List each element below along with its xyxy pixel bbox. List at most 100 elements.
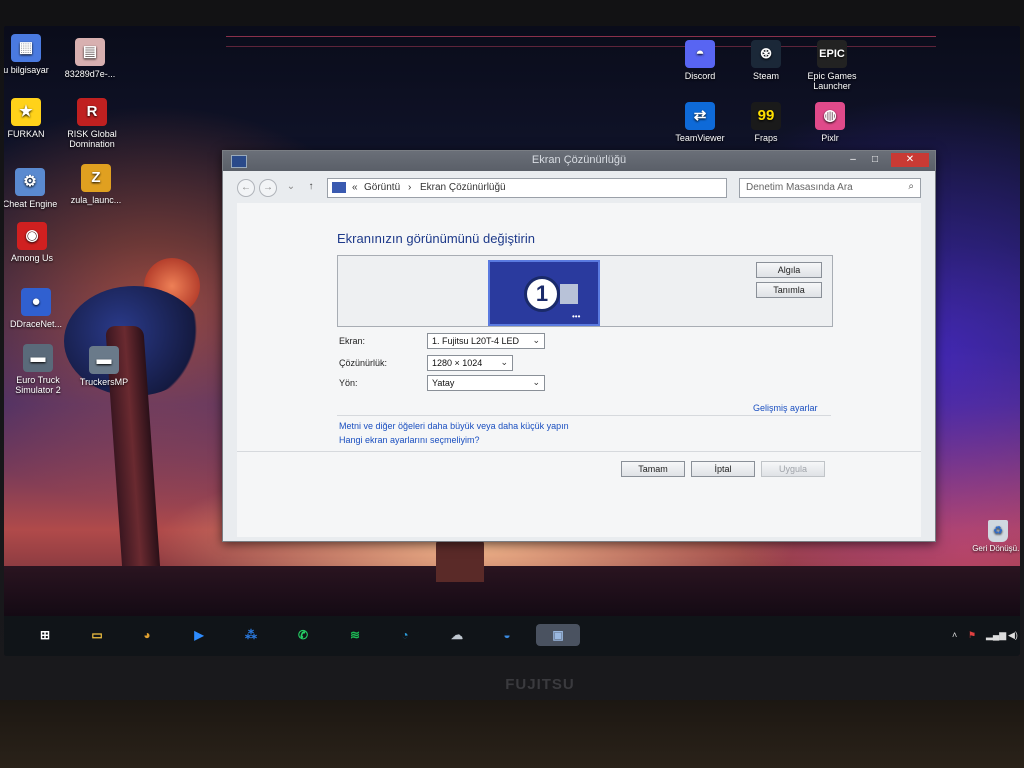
truck-icon: ▬ — [89, 346, 119, 374]
chevron-down-icon: ⌄ — [500, 357, 508, 367]
breadcrumb-display[interactable]: Görüntü — [364, 182, 400, 193]
desktop-icon-pixlr[interactable]: ◍ Pixlr — [794, 102, 866, 143]
monitor-1-thumbnail[interactable]: 1 ••• — [488, 260, 600, 326]
desktop-icon-risk[interactable]: R RISK Global Domination — [56, 98, 128, 149]
desktop-icon-furkan[interactable]: ★ FURKAN — [4, 98, 62, 139]
desktop-screen: ▦ u bilgisayar ▤ 83289d7e-... ★ FURKAN R… — [4, 26, 1020, 656]
desktop-icon-ets2[interactable]: ▬ Euro Truck Simulator 2 — [4, 344, 74, 395]
desktop-icon-among-us[interactable]: ◉ Among Us — [4, 222, 68, 263]
orientation-label: Yön: — [339, 378, 358, 388]
forward-button[interactable]: → — [259, 179, 277, 197]
computer-icon — [332, 182, 346, 193]
monitor-preview-area: 1 ••• Algıla Tanımla — [337, 255, 833, 327]
computer-icon: ▦ — [11, 34, 41, 62]
chevron-down-icon: ⌄ — [532, 335, 540, 345]
up-button[interactable]: ↑ — [303, 179, 319, 195]
resolution-select[interactable]: 1280 × 1024 ⌄ — [427, 355, 513, 371]
ddnet-icon: ● — [21, 288, 51, 316]
star-icon: ★ — [11, 98, 41, 126]
recent-locations-chevron-icon[interactable]: ⌄ — [283, 179, 299, 195]
flag-icon[interactable]: ⚑ — [968, 630, 976, 641]
desktop-icon-label: Among Us — [10, 253, 54, 263]
file-explorer-icon[interactable]: ▭ — [84, 624, 110, 646]
desk-surface — [0, 700, 1024, 768]
breadcrumb-prefix: « — [352, 182, 358, 193]
which-settings-link[interactable]: Hangi ekran ayarlarını seçmeliyim? — [339, 435, 480, 445]
orientation-value: Yatay — [432, 378, 455, 388]
desktop-icon-truckersmp[interactable]: ▬ TruckersMP — [68, 346, 140, 387]
maximize-button[interactable]: □ — [865, 153, 885, 167]
volume-icon[interactable]: ◀) — [1008, 630, 1018, 641]
window-titlebar[interactable]: Ekran Çözünürlüğü – □ ✕ — [223, 151, 935, 171]
display-settings-taskbar-icon[interactable]: ▣ — [536, 624, 580, 646]
desktop-icon-teamviewer[interactable]: ⇄ TeamViewer — [664, 102, 736, 143]
spotify-icon[interactable]: ≋ — [342, 624, 368, 646]
close-button[interactable]: ✕ — [891, 153, 929, 167]
text-size-link[interactable]: Metni ve diğer öğeleri daha büyük veya d… — [339, 421, 569, 431]
desktop-icon-cheat-engine[interactable]: ⚙ Cheat Engine — [4, 168, 66, 209]
file-icon: ▤ — [75, 38, 105, 66]
show-hidden-icons-chevron-icon[interactable]: ˄ — [952, 630, 957, 640]
desktop-icon-label: Steam — [752, 71, 779, 81]
wallpaper-figure — [436, 540, 484, 582]
globe-app-icon[interactable]: ◒ — [494, 624, 520, 646]
search-placeholder: Denetim Masasında Ara — [746, 182, 853, 193]
desktop-icon-steam[interactable]: ⊛ Steam — [730, 40, 802, 81]
advanced-settings-link[interactable]: Gelişmiş ayarlar — [753, 403, 818, 413]
desktop-icon-label: Epic Games Launcher — [807, 71, 857, 91]
apply-button[interactable]: Uygula — [761, 461, 825, 477]
desktop-icon-label: DDraceNet... — [9, 319, 62, 329]
search-input[interactable]: Denetim Masasında Ara ⌕ — [739, 178, 921, 198]
whatsapp-icon[interactable]: ✆ — [290, 624, 316, 646]
detect-button[interactable]: Algıla — [756, 262, 822, 278]
search-icon: ⌕ — [908, 181, 914, 192]
display-select[interactable]: 1. Fujitsu L20T-4 LED ⌄ — [427, 333, 545, 349]
desktop-icon-label: Pixlr — [821, 133, 839, 143]
desktop-icon-epic[interactable]: EPIC Epic Games Launcher — [796, 40, 868, 91]
fraps-icon: 99 — [751, 102, 781, 130]
epic-games-icon: EPIC — [817, 40, 847, 68]
window-title: Ekran Çözünürlüğü — [531, 154, 627, 166]
ok-button[interactable]: Tamam — [621, 461, 685, 477]
desktop-icon-label: FURKAN — [7, 129, 45, 139]
desktop-icon-label: zula_launc... — [70, 195, 122, 205]
cloud-app-icon[interactable]: ☁ — [444, 624, 470, 646]
breadcrumb-screen-resolution[interactable]: Ekran Çözünürlüğü — [420, 182, 506, 193]
minimize-button[interactable]: – — [843, 153, 863, 167]
blackberry-icon[interactable]: ⁂ — [238, 624, 264, 646]
truck-icon: ▬ — [23, 344, 53, 372]
pixlr-icon: ◍ — [815, 102, 845, 130]
desktop-icon-recycle-bin[interactable]: ♻ Geri Dönüşü... — [972, 520, 1020, 553]
chrome-icon[interactable]: ◕ — [134, 624, 160, 646]
monitor-grid-icon — [560, 284, 578, 304]
back-button[interactable]: ← — [237, 179, 255, 197]
desktop-icon-label: RISK Global Domination — [67, 129, 117, 149]
edge-icon[interactable]: ◔ — [392, 624, 418, 646]
desktop-icon-ddnet[interactable]: ● DDraceNet... — [4, 288, 72, 329]
desktop-icon-label: Euro Truck Simulator 2 — [15, 375, 61, 395]
zoom-icon[interactable]: ▶ — [186, 624, 212, 646]
resolution-label: Çözünürlük: — [339, 358, 388, 368]
desktop-icon-file[interactable]: ▤ 83289d7e-... — [54, 38, 126, 79]
screen-artifact-line — [226, 36, 936, 37]
orientation-select[interactable]: Yatay ⌄ — [427, 375, 545, 391]
zula-icon: Z — [81, 164, 111, 192]
identify-button[interactable]: Tanımla — [756, 282, 822, 298]
network-icon[interactable]: ▂▄▆ — [986, 630, 1006, 641]
start-button[interactable]: ⊞ — [32, 624, 58, 646]
display-label: Ekran: — [339, 336, 366, 346]
cancel-button[interactable]: İptal — [691, 461, 755, 477]
monitor-number: 1 — [524, 276, 560, 312]
desktop-icon-discord[interactable]: ◓ Discord — [664, 40, 736, 81]
screen-resolution-window: Ekran Çözünürlüğü – □ ✕ ← → ⌄ ↑ « Görünt… — [222, 150, 936, 542]
desktop-icon-label: TeamViewer — [675, 133, 725, 143]
desktop-icon-fraps[interactable]: 99 Fraps — [730, 102, 802, 143]
taskbar: ⊞ ▭ ◕ ▶ ⁂ ✆ ≋ ◔ ☁ ◒ ▣ ˄ ⚑ ▂▄▆ ◀) — [4, 616, 1020, 656]
shortcut-icon: ⚙ — [15, 168, 45, 196]
desktop-icon-label: Cheat Engine — [4, 199, 58, 209]
wallpaper-ground — [4, 566, 1020, 616]
desktop-icon-zula[interactable]: Z zula_launc... — [60, 164, 132, 205]
divider — [337, 415, 831, 416]
resolution-value: 1280 × 1024 — [432, 358, 483, 368]
address-box[interactable]: « Görüntü › Ekran Çözünürlüğü ⌄ ↻ — [327, 178, 820, 198]
